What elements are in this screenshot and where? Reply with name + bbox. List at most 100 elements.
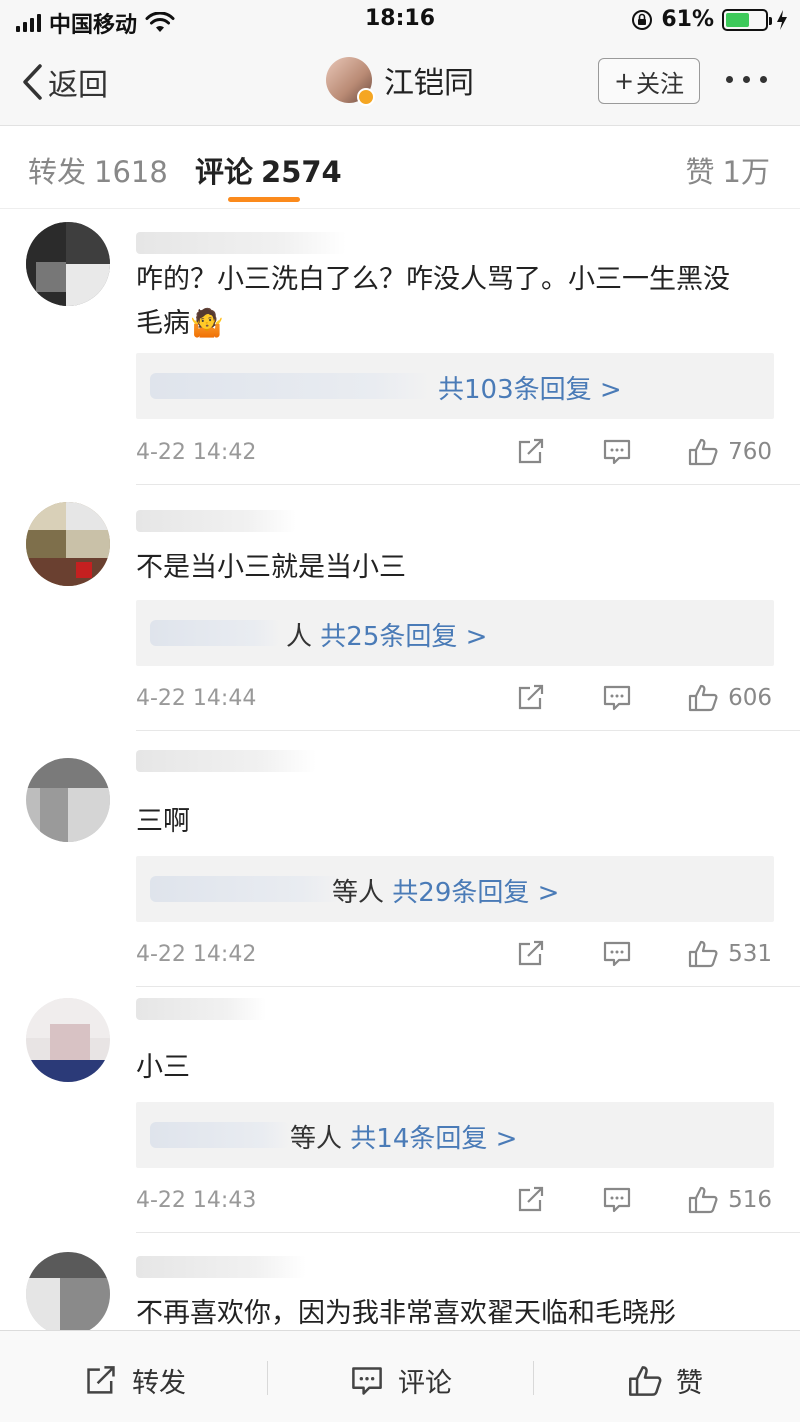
tab-reposts[interactable]: 转发 1618 xyxy=(28,149,168,191)
reply-prefix: 人 xyxy=(286,622,313,652)
avatar[interactable] xyxy=(26,222,110,306)
commenter-name-blurred[interactable] xyxy=(136,510,296,532)
like-count: 531 xyxy=(728,941,772,967)
commenter-name-blurred[interactable] xyxy=(136,750,316,772)
reply-names-blurred xyxy=(150,620,280,646)
reply-count-link[interactable]: 共29条回复 > xyxy=(392,878,559,908)
comment-line: 咋的？小三洗白了么？咋没人骂了。小三一生黑没 xyxy=(136,264,730,295)
commenter-name-blurred[interactable] xyxy=(136,232,346,254)
comment-line: 小三 xyxy=(136,1052,190,1083)
like-button[interactable]: 516 xyxy=(688,1186,772,1214)
commenter-name-blurred[interactable] xyxy=(136,1256,306,1278)
repost-icon[interactable] xyxy=(516,1186,546,1214)
like-count: 516 xyxy=(728,1187,772,1213)
comment-icon[interactable] xyxy=(602,684,632,712)
back-button[interactable]: 返回 xyxy=(20,60,108,104)
like-count: 760 xyxy=(728,439,772,465)
like-label: 赞 xyxy=(676,1368,703,1399)
reply-summary[interactable]: 等人 共29条回复 > xyxy=(136,856,774,922)
like-button[interactable]: 531 xyxy=(688,940,772,968)
repost-icon xyxy=(87,1365,115,1394)
bottom-toolbar: 转发 评论 赞 xyxy=(0,1330,800,1422)
comment-actions: 606 xyxy=(516,684,772,712)
comment-icon[interactable] xyxy=(602,1186,632,1214)
comment-actions: 516 xyxy=(516,1186,772,1214)
commenter-name-blurred[interactable] xyxy=(136,998,266,1020)
profile-header[interactable]: 江铠同 xyxy=(326,57,474,106)
like-button[interactable]: 760 xyxy=(688,438,772,466)
reply-summary-text: 人 共25条回复 > xyxy=(286,616,487,653)
like-button[interactable]: 赞 xyxy=(628,1361,703,1400)
comment-icon[interactable] xyxy=(602,438,632,466)
repost-icon[interactable] xyxy=(516,684,546,712)
reply-summary-text: 等人 共29条回复 > xyxy=(332,872,559,909)
plus-icon: + xyxy=(613,67,635,95)
reply-prefix: 等人 xyxy=(290,1124,343,1154)
tab-bar: 转发 1618 评论 2574 赞 1万 xyxy=(0,127,800,209)
comment-label: 评论 xyxy=(398,1368,452,1399)
status-bar: 中国移动 18:16 61% xyxy=(0,0,800,40)
comment-line: 三啊 xyxy=(136,806,190,837)
verified-badge-icon xyxy=(357,88,375,106)
repost-button[interactable]: 转发 xyxy=(84,1361,186,1400)
reply-count-link[interactable]: 共14条回复 > xyxy=(350,1124,517,1154)
divider xyxy=(136,484,800,485)
comment-text: 三啊 xyxy=(136,800,776,844)
comment-time: 4-22 14:42 xyxy=(136,942,257,967)
reply-summary-text: 等人 共14条回复 > xyxy=(290,1118,517,1155)
reply-count-link[interactable]: 共103条回复 > xyxy=(438,375,622,405)
reply-names-blurred xyxy=(150,373,430,399)
chevron-left-icon xyxy=(23,64,42,100)
reply-summary[interactable]: 人 共25条回复 > xyxy=(136,600,774,666)
reply-names-blurred xyxy=(150,1122,290,1148)
battery-level xyxy=(726,12,750,27)
reply-prefix: 等人 xyxy=(332,878,385,908)
back-label: 返回 xyxy=(48,68,108,103)
status-right: 61% xyxy=(631,7,788,32)
avatar[interactable] xyxy=(26,1252,110,1336)
active-tab-indicator xyxy=(228,197,300,202)
thumbs-up-icon xyxy=(688,684,718,712)
repost-icon[interactable] xyxy=(516,438,546,466)
comment-actions: 760 xyxy=(516,438,772,466)
avatar[interactable] xyxy=(26,998,110,1082)
avatar[interactable] xyxy=(26,502,110,586)
tab-comments[interactable]: 评论 2574 xyxy=(195,149,342,191)
tab-count: 1万 xyxy=(722,155,770,189)
follow-button[interactable]: + 关注 xyxy=(598,58,700,104)
comment-text: 小三 xyxy=(136,1046,776,1090)
divider xyxy=(136,1232,800,1233)
comment-time: 4-22 14:44 xyxy=(136,686,257,711)
tab-label: 评论 xyxy=(195,155,254,189)
comment-actions: 531 xyxy=(516,940,772,968)
reply-summary-text: 共103条回复 > xyxy=(438,369,622,406)
comment-time: 4-22 14:43 xyxy=(136,1188,257,1213)
rotation-lock-icon xyxy=(632,9,653,30)
reply-names-blurred xyxy=(150,876,340,902)
thumbs-up-icon xyxy=(629,1365,662,1396)
reply-summary[interactable]: 共103条回复 > xyxy=(136,353,774,419)
tab-likes[interactable]: 赞 1万 xyxy=(686,149,770,191)
comment-button[interactable]: 评论 xyxy=(350,1361,452,1400)
more-options-icon[interactable] xyxy=(726,76,767,83)
reply-summary[interactable]: 等人 共14条回复 > xyxy=(136,1102,774,1168)
tab-count: 1618 xyxy=(94,155,168,189)
reply-count-link[interactable]: 共25条回复 > xyxy=(320,622,487,652)
comment-line: 不是当小三就是当小三 xyxy=(136,552,406,583)
like-button[interactable]: 606 xyxy=(688,684,772,712)
like-count: 606 xyxy=(728,685,772,711)
avatar[interactable] xyxy=(326,57,375,106)
repost-icon[interactable] xyxy=(516,940,546,968)
tab-label: 转发 xyxy=(28,155,87,189)
thumbs-up-icon xyxy=(688,940,718,968)
follow-label: 关注 xyxy=(636,69,685,98)
thumbs-up-icon xyxy=(688,1186,718,1214)
repost-label: 转发 xyxy=(132,1368,186,1399)
comment-icon[interactable] xyxy=(602,940,632,968)
divider xyxy=(136,730,800,731)
tab-label: 赞 xyxy=(685,155,715,189)
avatar[interactable] xyxy=(26,758,110,842)
page-title: 江铠同 xyxy=(384,66,474,101)
battery-icon xyxy=(722,8,772,31)
divider xyxy=(533,1361,534,1395)
